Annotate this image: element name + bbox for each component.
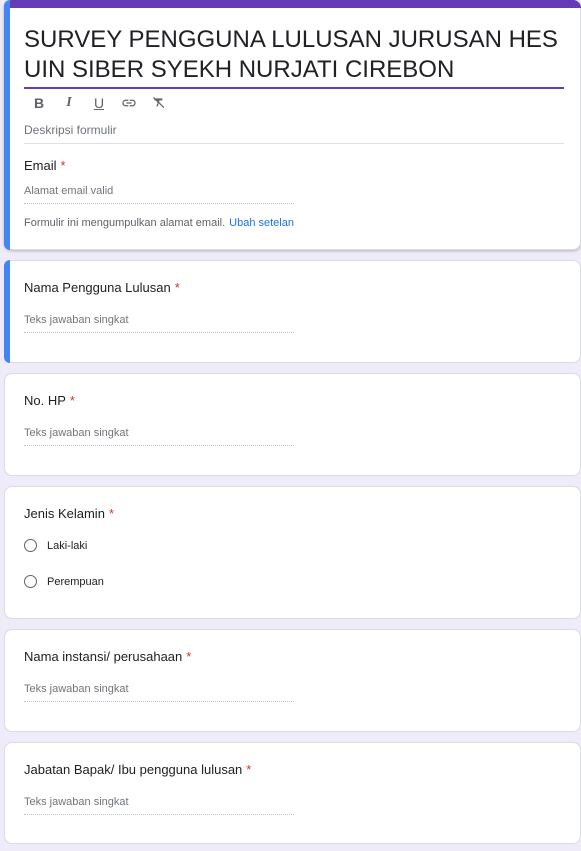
short-answer-field[interactable]: Teks jawaban singkat: [24, 796, 294, 815]
email-field[interactable]: Alamat email valid: [24, 185, 294, 204]
question-label-text: Nama Pengguna Lulusan: [24, 280, 171, 295]
bold-icon[interactable]: B: [29, 93, 49, 113]
email-question-label: Email *: [24, 158, 66, 173]
question-label-text: Jenis Kelamin: [24, 506, 105, 521]
question-card-jenis-kelamin[interactable]: Jenis Kelamin * Laki-laki Perempuan: [4, 486, 581, 619]
form-header-card: SURVEY PENGGUNA LULUSAN JURUSAN HES UIN …: [4, 0, 581, 250]
required-asterisk: *: [108, 506, 114, 521]
radio-option[interactable]: Perempuan: [24, 575, 104, 588]
email-collection-text: Formulir ini mengumpulkan alamat email.: [24, 217, 226, 229]
form-description-field[interactable]: Deskripsi formulir: [24, 123, 564, 144]
underline-icon[interactable]: U: [89, 93, 109, 113]
question-label: Nama Pengguna Lulusan *: [24, 280, 180, 295]
text-format-toolbar: B I U: [29, 93, 169, 113]
question-label-text: No. HP: [24, 393, 66, 408]
theme-top-bar: [4, 0, 581, 8]
radio-option-label: Laki-laki: [47, 539, 88, 552]
email-collection-note: Formulir ini mengumpulkan alamat email. U…: [24, 217, 294, 229]
short-answer-field[interactable]: Teks jawaban singkat: [24, 314, 294, 333]
question-card-instansi[interactable]: Nama instansi/ perusahaan * Teks jawaban …: [4, 629, 581, 732]
required-asterisk: *: [174, 280, 180, 295]
radio-button-icon[interactable]: [24, 575, 37, 588]
question-label: No. HP *: [24, 393, 75, 408]
link-icon[interactable]: [119, 93, 139, 113]
question-label-text: Jabatan Bapak/ Ibu pengguna lulusan: [24, 762, 243, 777]
clear-format-icon[interactable]: [149, 93, 169, 113]
italic-icon[interactable]: I: [59, 93, 79, 113]
email-label-text: Email: [24, 158, 57, 173]
required-asterisk: *: [246, 762, 252, 777]
short-answer-field[interactable]: Teks jawaban singkat: [24, 427, 294, 446]
required-asterisk: *: [186, 649, 192, 664]
active-indicator-bar: [4, 0, 10, 250]
required-asterisk: *: [60, 158, 66, 173]
form-title[interactable]: SURVEY PENGGUNA LULUSAN JURUSAN HES UIN …: [24, 25, 564, 89]
question-card-jabatan[interactable]: Jabatan Bapak/ Ibu pengguna lulusan * Tek…: [4, 742, 581, 844]
question-label: Jabatan Bapak/ Ibu pengguna lulusan *: [24, 762, 251, 777]
question-label-text: Nama instansi/ perusahaan: [24, 649, 183, 664]
radio-option-label: Perempuan: [47, 575, 104, 588]
question-card-nama-pengguna[interactable]: Nama Pengguna Lulusan * Teks jawaban sing…: [4, 260, 581, 363]
question-label: Nama instansi/ perusahaan *: [24, 649, 191, 664]
required-asterisk: *: [69, 393, 75, 408]
question-card-no-hp[interactable]: No. HP * Teks jawaban singkat: [4, 373, 581, 476]
radio-button-icon[interactable]: [24, 539, 37, 552]
radio-option[interactable]: Laki-laki: [24, 539, 87, 552]
short-answer-field[interactable]: Teks jawaban singkat: [24, 683, 294, 702]
change-settings-link[interactable]: Ubah setelan: [229, 217, 294, 229]
question-label: Jenis Kelamin *: [24, 506, 114, 521]
